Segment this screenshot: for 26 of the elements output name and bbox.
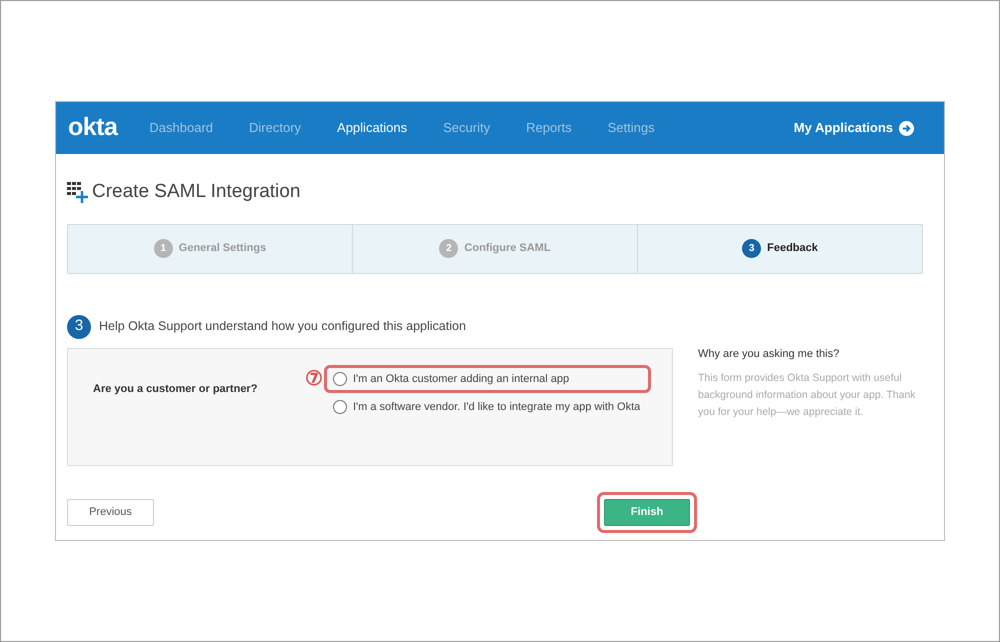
wizard-step[interactable]: 2 Configure SAML — [353, 224, 638, 272]
section-number: 3 — [67, 314, 91, 338]
option-label[interactable]: I'm an Okta customer adding an internal app — [353, 370, 570, 387]
wizard-step[interactable]: 1 General Settings — [68, 224, 353, 272]
radio-button[interactable] — [333, 400, 347, 414]
section-title: Help Okta Support understand how you configured this application — [99, 318, 466, 336]
nav-link[interactable]: Settings — [608, 118, 655, 138]
help-title: Why are you asking me this? — [698, 346, 840, 362]
nav-link[interactable]: Security — [443, 118, 490, 138]
nav-link[interactable]: Directory — [249, 118, 302, 138]
question-label: Are you a customer or partner? — [93, 382, 258, 396]
my-applications-link[interactable]: My Applications — [794, 118, 914, 138]
grid-plus-icon — [67, 182, 88, 203]
wizard-step[interactable]: 3 Feedback — [638, 224, 922, 272]
help-text: This form provides Okta Support with useful background information about your app. Thank you for your help—we appreciate it. — [698, 371, 917, 420]
nav-link[interactable]: Applications — [337, 118, 408, 138]
logo: okta — [68, 112, 118, 144]
nav-link[interactable]: Dashboard — [149, 118, 214, 138]
page-title: Create SAML Integration — [92, 180, 300, 204]
radio-button[interactable] — [333, 372, 347, 386]
arrow-right-circle-icon — [899, 120, 914, 136]
nav-link[interactable]: Reports — [526, 118, 572, 138]
callout-number: ⑦ — [305, 368, 323, 388]
finish-button[interactable]: Finish — [604, 498, 690, 526]
previous-button[interactable]: Previous — [67, 498, 154, 526]
option-label[interactable]: I'm a software vendor. I'd like to integrate my app with Okta — [353, 399, 640, 416]
